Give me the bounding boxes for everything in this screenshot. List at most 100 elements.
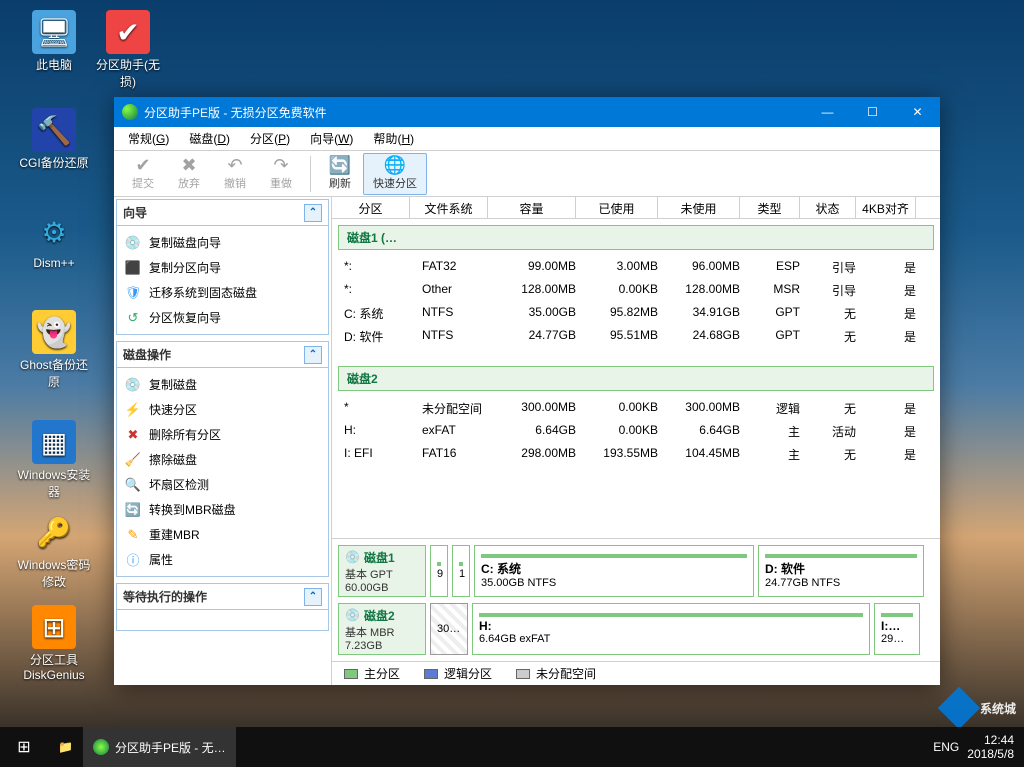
wizard-item-3[interactable]: ↺分区恢复向导 bbox=[117, 305, 328, 330]
check-icon: ✔ bbox=[135, 156, 150, 174]
toolbar-commit[interactable]: ✔提交 bbox=[120, 153, 166, 195]
disk1-label[interactable]: 💿磁盘1 基本 GPT 60.00GB bbox=[338, 545, 426, 597]
legend-unallocated: 未分配空间 bbox=[516, 665, 596, 682]
partition-block[interactable]: 9 bbox=[430, 545, 448, 597]
diskops-item-7[interactable]: ⓘ属性 bbox=[117, 547, 328, 572]
item-icon: ✖ bbox=[125, 427, 141, 443]
legend: 主分区 逻辑分区 未分配空间 bbox=[332, 661, 940, 685]
diskops-item-6[interactable]: ✎重建MBR bbox=[117, 522, 328, 547]
globe-icon: 🌐 bbox=[384, 156, 406, 174]
panel-diskops: 磁盘操作 ⌃ 💿复制磁盘⚡快速分区✖删除所有分区🧹擦除磁盘🔍坏扇区检测🔄转换到M… bbox=[116, 341, 329, 577]
panel-pending: 等待执行的操作 ⌃ bbox=[116, 583, 329, 631]
diskops-item-0[interactable]: 💿复制磁盘 bbox=[117, 372, 328, 397]
close-button[interactable]: ✕ bbox=[895, 97, 940, 127]
main-area: 分区 文件系统 容量 已使用 未使用 类型 状态 4KB对齐 磁盘1 (… *:… bbox=[332, 197, 940, 685]
chevron-up-icon[interactable]: ⌃ bbox=[304, 204, 322, 222]
toolbar-refresh[interactable]: 🔄刷新 bbox=[317, 153, 363, 195]
toolbar-quick-partition[interactable]: 🌐快速分区 bbox=[363, 153, 427, 195]
desktop-icon-diskgenius[interactable]: ⊞分区工具DiskGenius bbox=[16, 605, 92, 682]
chevron-up-icon[interactable]: ⌃ bbox=[304, 346, 322, 364]
item-icon: ⓘ bbox=[125, 552, 141, 568]
tray-lang[interactable]: ENG bbox=[933, 740, 959, 754]
menu-general[interactable]: 常规(G) bbox=[118, 127, 179, 151]
table-row[interactable]: *:FAT3299.00MB3.00MB96.00MBESP引导是 bbox=[338, 256, 934, 279]
partition-block[interactable]: 1 bbox=[452, 545, 470, 597]
menu-disk[interactable]: 磁盘(D) bbox=[179, 127, 240, 151]
item-label: 分区恢复向导 bbox=[149, 309, 221, 326]
item-icon: ⬛ bbox=[125, 260, 141, 276]
item-icon: 💿 bbox=[125, 377, 141, 393]
panel-pending-header[interactable]: 等待执行的操作 ⌃ bbox=[117, 584, 328, 610]
wizard-item-1[interactable]: ⬛复制分区向导 bbox=[117, 255, 328, 280]
desktop-icon-win-installer[interactable]: ▦Windows安装器 bbox=[16, 420, 92, 500]
panel-wizard-header[interactable]: 向导 ⌃ bbox=[117, 200, 328, 226]
wizard-item-0[interactable]: 💿复制磁盘向导 bbox=[117, 230, 328, 255]
desktop-icon-partition-assistant[interactable]: ✔分区助手(无损) bbox=[90, 10, 166, 90]
tray-time[interactable]: 12:44 bbox=[967, 733, 1014, 747]
table-row[interactable]: *:Other128.00MB0.00KB128.00MBMSR引导是 bbox=[338, 279, 934, 302]
col-used[interactable]: 已使用 bbox=[576, 197, 658, 218]
table-row[interactable]: *未分配空间300.00MB0.00KB300.00MB逻辑无是 bbox=[338, 397, 934, 420]
tray-date[interactable]: 2018/5/8 bbox=[967, 747, 1014, 761]
taskbar-app[interactable]: 分区助手PE版 - 无… bbox=[83, 727, 236, 767]
item-icon: 💿 bbox=[125, 235, 141, 251]
system-tray[interactable]: ENG 12:44 2018/5/8 bbox=[923, 733, 1024, 761]
toolbar-discard[interactable]: ✖放弃 bbox=[166, 153, 212, 195]
col-type[interactable]: 类型 bbox=[740, 197, 800, 218]
col-free[interactable]: 未使用 bbox=[658, 197, 740, 218]
desktop-icon-dism[interactable]: ⚙Dism++ bbox=[16, 210, 92, 270]
watermark-logo-icon bbox=[938, 687, 980, 729]
diskmap: 💿磁盘1 基本 GPT 60.00GB 91C: 系统35.00GB NTFSD… bbox=[332, 539, 940, 661]
diskops-item-2[interactable]: ✖删除所有分区 bbox=[117, 422, 328, 447]
table-row[interactable]: D: 软件NTFS24.77GB95.51MB24.68GBGPT无是 bbox=[338, 325, 934, 348]
chevron-up-icon[interactable]: ⌃ bbox=[304, 588, 322, 606]
diskmap-row-1: 💿磁盘1 基本 GPT 60.00GB 91C: 系统35.00GB NTFSD… bbox=[338, 545, 934, 597]
diskops-item-5[interactable]: 🔄转换到MBR磁盘 bbox=[117, 497, 328, 522]
panel-diskops-header[interactable]: 磁盘操作 ⌃ bbox=[117, 342, 328, 368]
table-row[interactable]: I: EFIFAT16298.00MB193.55MB104.45MB主无是 bbox=[338, 443, 934, 466]
diskops-item-3[interactable]: 🧹擦除磁盘 bbox=[117, 447, 328, 472]
titlebar[interactable]: 分区助手PE版 - 无损分区免费软件 — ☐ ✕ bbox=[114, 97, 940, 127]
menu-partition[interactable]: 分区(P) bbox=[240, 127, 300, 151]
table-row[interactable]: H:exFAT6.64GB0.00KB6.64GB主活动是 bbox=[338, 420, 934, 443]
item-icon: 🛡 bbox=[125, 285, 141, 301]
disk-icon: 💿 bbox=[345, 550, 360, 564]
menu-help[interactable]: 帮助(H) bbox=[363, 127, 424, 151]
menu-wizard[interactable]: 向导(W) bbox=[300, 127, 363, 151]
col-capacity[interactable]: 容量 bbox=[488, 197, 576, 218]
diskops-item-4[interactable]: 🔍坏扇区检测 bbox=[117, 472, 328, 497]
item-label: 擦除磁盘 bbox=[149, 451, 197, 468]
maximize-button[interactable]: ☐ bbox=[850, 97, 895, 127]
table-row[interactable]: C: 系统NTFS35.00GB95.82MB34.91GBGPT无是 bbox=[338, 302, 934, 325]
desktop-icon-ghost[interactable]: 👻Ghost备份还原 bbox=[16, 310, 92, 390]
item-icon: ✎ bbox=[125, 527, 141, 543]
minimize-button[interactable]: — bbox=[805, 97, 850, 127]
partition-block[interactable]: D: 软件24.77GB NTFS bbox=[758, 545, 924, 597]
redo-icon: ↷ bbox=[273, 156, 288, 174]
taskbar-explorer[interactable]: 📁 bbox=[48, 727, 83, 767]
col-status[interactable]: 状态 bbox=[800, 197, 856, 218]
col-partition[interactable]: 分区 bbox=[332, 197, 410, 218]
col-filesystem[interactable]: 文件系统 bbox=[410, 197, 488, 218]
grid-body[interactable]: 磁盘1 (… *:FAT3299.00MB3.00MB96.00MBESP引导是… bbox=[332, 219, 940, 539]
partition-block[interactable]: C: 系统35.00GB NTFS bbox=[474, 545, 754, 597]
wizard-item-2[interactable]: 🛡迁移系统到固态磁盘 bbox=[117, 280, 328, 305]
window-title: 分区助手PE版 - 无损分区免费软件 bbox=[144, 104, 327, 121]
partition-block[interactable]: 30… bbox=[430, 603, 468, 655]
toolbar-undo[interactable]: ↶撤销 bbox=[212, 153, 258, 195]
disk2-header[interactable]: 磁盘2 bbox=[338, 366, 934, 391]
refresh-icon: 🔄 bbox=[329, 156, 351, 174]
start-button[interactable]: ⊞ bbox=[0, 727, 48, 767]
desktop-icon-this-pc[interactable]: 🖥此电脑 bbox=[16, 10, 92, 73]
toolbar-separator bbox=[310, 156, 311, 192]
partition-block[interactable]: H:6.64GB exFAT bbox=[472, 603, 870, 655]
desktop-icon-password[interactable]: 🔑Windows密码修改 bbox=[16, 510, 92, 590]
partition-block[interactable]: I:…29… bbox=[874, 603, 920, 655]
diskops-item-1[interactable]: ⚡快速分区 bbox=[117, 397, 328, 422]
disk1-header[interactable]: 磁盘1 (… bbox=[338, 225, 934, 250]
desktop-icon-cgi-backup[interactable]: 🔨CGI备份还原 bbox=[16, 108, 92, 171]
col-4k[interactable]: 4KB对齐 bbox=[856, 197, 916, 218]
toolbar-redo[interactable]: ↷重做 bbox=[258, 153, 304, 195]
item-label: 快速分区 bbox=[149, 401, 197, 418]
disk2-label[interactable]: 💿磁盘2 基本 MBR 7.23GB bbox=[338, 603, 426, 655]
